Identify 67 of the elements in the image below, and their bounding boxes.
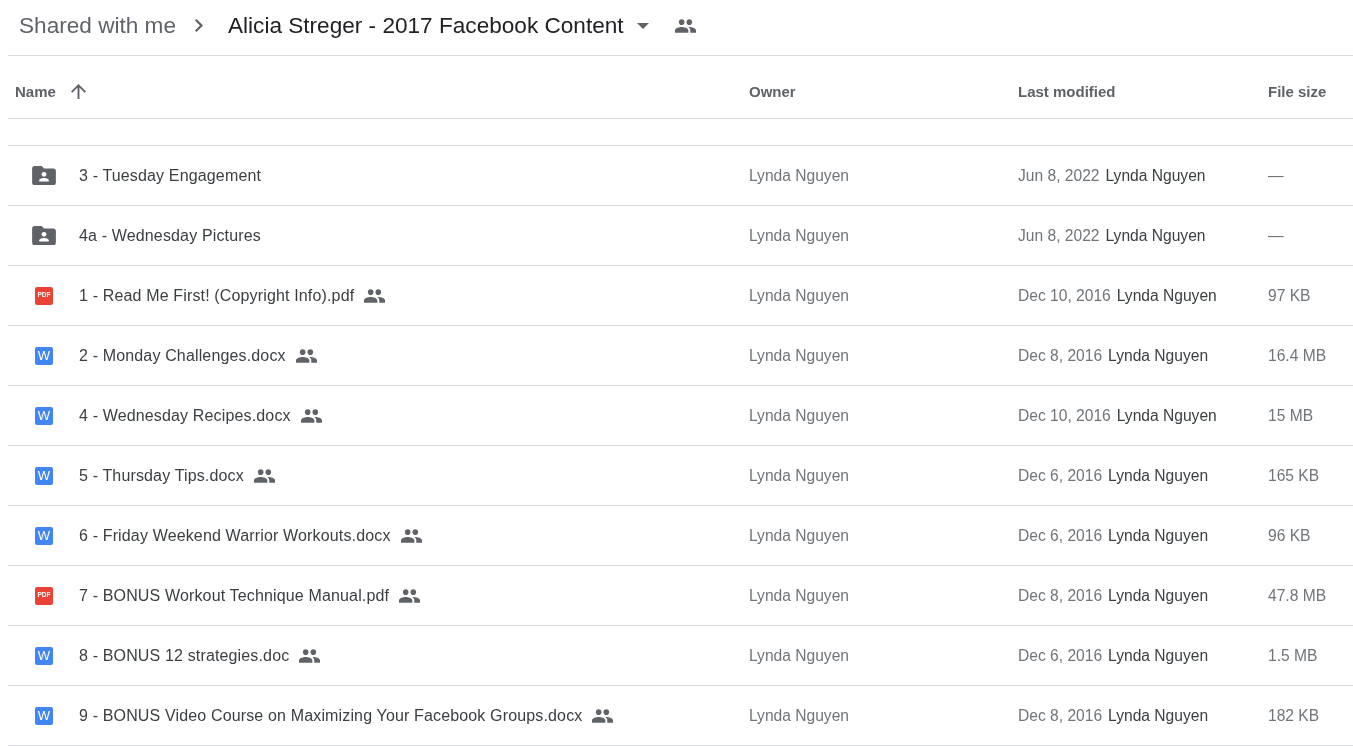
owner-name: Lynda Nguyen	[749, 646, 849, 665]
modified-date: Dec 10, 2016	[1018, 286, 1111, 305]
chevron-right-icon	[195, 19, 203, 32]
modified-by: Lynda Nguyen	[1105, 226, 1206, 245]
modified-by: Lynda Nguyen	[1108, 346, 1209, 365]
sort-arrow-icon[interactable]	[70, 83, 86, 99]
folder-title-button[interactable]: Alicia Streger - 2017 Facebook Content	[220, 8, 632, 43]
file-size: —	[1268, 226, 1284, 245]
file-name[interactable]: 6 - Friday Weekend Warrior Workouts.docx	[79, 526, 391, 545]
word-file-icon: W	[35, 646, 53, 665]
modified-by: Lynda Nguyen	[1108, 466, 1209, 485]
column-header[interactable]: Owner	[749, 82, 796, 100]
owner-name: Lynda Nguyen	[749, 706, 849, 725]
file-size: 15 MB	[1268, 406, 1314, 425]
column-header[interactable]: Name	[15, 82, 56, 100]
owner-name: Lynda Nguyen	[749, 346, 849, 365]
file-size: 16.4 MB	[1268, 346, 1327, 365]
modified-by: Lynda Nguyen	[1108, 586, 1209, 605]
modified-by: Lynda Nguyen	[1116, 406, 1217, 425]
file-size: 165 KB	[1268, 466, 1320, 485]
word-file-icon: W	[35, 526, 53, 545]
file-size: 97 KB	[1268, 286, 1311, 305]
modified-date: Dec 8, 2016	[1018, 586, 1103, 605]
owner-name: Lynda Nguyen	[749, 526, 849, 545]
owner-name: Lynda Nguyen	[749, 286, 849, 305]
file-size: 182 KB	[1268, 706, 1320, 725]
modified-by: Lynda Nguyen	[1105, 166, 1206, 185]
modified-date: Dec 8, 2016	[1018, 706, 1103, 725]
word-file-icon: W	[35, 706, 53, 725]
modified-by: Lynda Nguyen	[1108, 526, 1209, 545]
file-name[interactable]: 1 - Read Me First! (Copyright Info).pdf	[79, 286, 355, 305]
owner-name: Lynda Nguyen	[749, 586, 849, 605]
modified-date: Jun 8, 2022	[1018, 166, 1100, 185]
shared-folder-icon	[32, 226, 56, 245]
owner-name: Lynda Nguyen	[749, 406, 849, 425]
word-file-icon: W	[35, 406, 53, 425]
column-header[interactable]: Last modified	[1018, 82, 1116, 100]
modified-by: Lynda Nguyen	[1116, 286, 1217, 305]
file-size: —	[1268, 166, 1284, 185]
column-header[interactable]: File size	[1268, 82, 1327, 100]
file-name[interactable]: 8 - BONUS 12 strategies.doc	[79, 646, 290, 665]
file-name[interactable]: 3 - Tuesday Engagement	[79, 166, 262, 185]
file-name[interactable]: 7 - BONUS Workout Technique Manual.pdf	[79, 586, 390, 605]
modified-by: Lynda Nguyen	[1108, 646, 1209, 665]
breadcrumb-link[interactable]: Shared with me	[11, 8, 184, 43]
caret-icon[interactable]	[636, 22, 649, 29]
word-file-icon: W	[35, 346, 53, 365]
modified-date: Dec 6, 2016	[1018, 646, 1103, 665]
owner-name: Lynda Nguyen	[749, 466, 849, 485]
file-name[interactable]: 4 - Wednesday Recipes.docx	[79, 406, 291, 425]
owner-name: Lynda Nguyen	[749, 166, 849, 185]
file-size: 96 KB	[1268, 526, 1311, 545]
modified-date: Dec 6, 2016	[1018, 466, 1103, 485]
modified-by: Lynda Nguyen	[1108, 706, 1209, 725]
modified-date: Dec 8, 2016	[1018, 346, 1103, 365]
modified-date: Dec 6, 2016	[1018, 526, 1103, 545]
owner-name: Lynda Nguyen	[749, 226, 849, 245]
word-file-icon: W	[35, 466, 53, 485]
modified-date: Jun 8, 2022	[1018, 226, 1100, 245]
file-name[interactable]: 4a - Wednesday Pictures	[79, 226, 261, 245]
file-name[interactable]: 2 - Monday Challenges.docx	[79, 346, 286, 365]
file-name[interactable]: 5 - Thursday Tips.docx	[79, 466, 244, 485]
modified-date: Dec 10, 2016	[1018, 406, 1111, 425]
file-name[interactable]: 9 - BONUS Video Course on Maximizing Your Facebook Groups.docx	[79, 706, 583, 725]
file-size: 47.8 MB	[1268, 586, 1327, 605]
file-size: 1.5 MB	[1268, 646, 1318, 665]
shared-folder-icon	[32, 166, 56, 185]
